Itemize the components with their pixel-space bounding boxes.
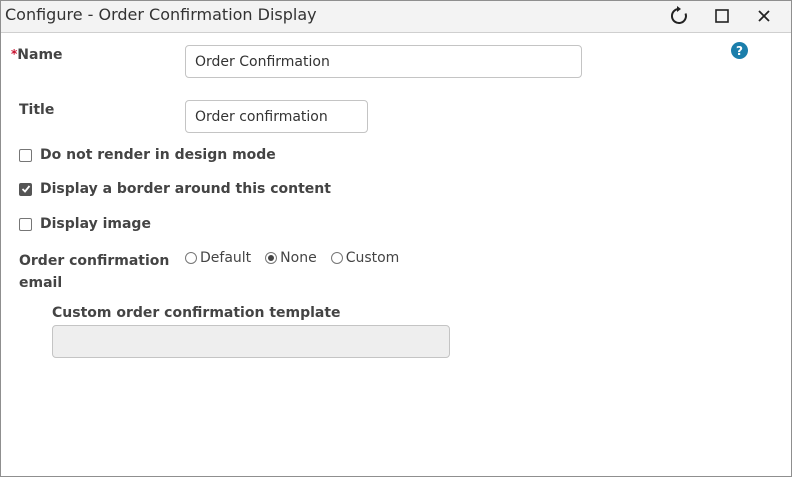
configure-dialog: Configure - Order Confirmation Display ?… — [0, 0, 792, 477]
border-label: Display a border around this content — [40, 181, 331, 197]
radio-option-default[interactable]: Default — [185, 250, 251, 266]
radio-option-none[interactable]: None — [265, 250, 317, 266]
radio-default[interactable] — [185, 252, 197, 264]
help-glyph: ? — [736, 43, 743, 58]
close-button[interactable] — [751, 4, 777, 28]
radio-option-custom[interactable]: Custom — [330, 250, 400, 266]
order-email-label-line2: email — [19, 275, 63, 291]
maximize-button[interactable] — [709, 4, 735, 28]
radio-custom-label: Custom — [345, 250, 400, 266]
refresh-button[interactable] — [666, 4, 692, 28]
checkmark-icon — [21, 185, 30, 193]
radio-none-label: None — [280, 250, 317, 266]
custom-template-input[interactable] — [52, 325, 450, 358]
radio-custom[interactable] — [330, 252, 343, 264]
checkbox-row-design-mode[interactable]: Do not render in design mode — [19, 147, 276, 163]
maximize-icon — [715, 9, 729, 23]
help-icon[interactable]: ? — [731, 42, 748, 59]
name-input[interactable] — [185, 45, 582, 78]
display-image-label: Display image — [40, 216, 151, 232]
close-icon — [758, 10, 770, 22]
checkbox-row-image[interactable]: Display image — [19, 216, 151, 232]
order-email-label: Order confirmation email — [19, 250, 169, 294]
design-mode-checkbox[interactable] — [19, 148, 32, 162]
order-email-radio-group: Default None Custom — [185, 250, 413, 266]
title-bar: Configure - Order Confirmation Display — [1, 1, 791, 33]
radio-none[interactable] — [265, 252, 278, 264]
radio-default-label: Default — [200, 250, 252, 266]
name-label-text: Name — [17, 47, 63, 63]
dialog-title: Configure - Order Confirmation Display — [5, 5, 317, 24]
title-input[interactable] — [185, 100, 368, 133]
custom-template-label: Custom order confirmation template — [52, 305, 341, 321]
border-checkbox[interactable] — [19, 182, 32, 196]
order-email-label-line1: Order confirmation — [19, 253, 170, 269]
design-mode-label: Do not render in design mode — [40, 147, 276, 163]
name-label: *Name — [11, 47, 63, 63]
checkbox-row-border[interactable]: Display a border around this content — [19, 181, 331, 197]
refresh-icon — [670, 6, 687, 24]
display-image-checkbox[interactable] — [19, 217, 32, 231]
title-label: Title — [19, 102, 55, 118]
